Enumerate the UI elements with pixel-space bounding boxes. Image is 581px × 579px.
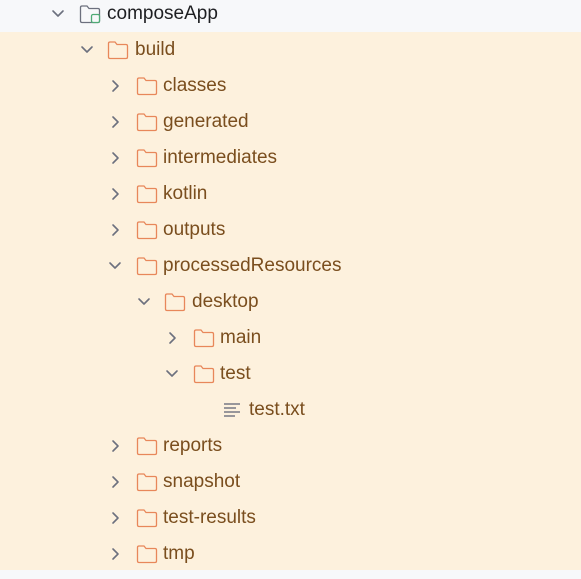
folder-icon	[164, 292, 186, 312]
tree-node-label: intermediates	[163, 147, 278, 168]
tree-node-desktop[interactable]: desktop	[0, 284, 581, 320]
tree-node-reports[interactable]: reports	[0, 428, 581, 464]
tree-node-label: tmp	[163, 543, 195, 564]
folder-icon	[136, 544, 158, 564]
tree-node-label: composeApp	[107, 3, 218, 24]
tree-node-label: desktop	[192, 291, 259, 312]
chevron-right-icon[interactable]	[107, 149, 123, 167]
folder-icon	[136, 256, 158, 276]
chevron-right-icon[interactable]	[107, 221, 123, 239]
text-file-icon	[222, 400, 244, 420]
chevron-right-icon[interactable]	[107, 509, 123, 527]
tree-node-label: kotlin	[163, 183, 208, 204]
folder-icon	[136, 184, 158, 204]
tree-node-processedresources[interactable]: processedResources	[0, 248, 581, 284]
chevron-down-icon[interactable]	[107, 257, 123, 275]
chevron-right-icon[interactable]	[107, 77, 123, 95]
folder-icon	[136, 148, 158, 168]
tree-node-label: processedResources	[163, 255, 342, 276]
chevron-right-icon[interactable]	[107, 473, 123, 491]
tree-node-label: test-results	[163, 507, 256, 528]
folder-icon	[136, 472, 158, 492]
tree-node-test[interactable]: test	[0, 356, 581, 392]
chevron-right-icon[interactable]	[107, 113, 123, 131]
chevron-right-icon[interactable]	[107, 545, 123, 563]
tree-bottom-edge	[0, 570, 581, 579]
folder-icon	[107, 40, 129, 60]
folder-icon	[136, 220, 158, 240]
module-folder-icon	[79, 4, 101, 24]
chevron-down-icon[interactable]	[79, 41, 95, 59]
tree-node-intermediates[interactable]: intermediates	[0, 140, 581, 176]
tree-node-generated[interactable]: generated	[0, 104, 581, 140]
chevron-right-icon[interactable]	[107, 185, 123, 203]
tree-node-label: snapshot	[163, 471, 241, 492]
tree-node-label: test.txt	[249, 399, 305, 420]
tree-node-main[interactable]: main	[0, 320, 581, 356]
tree-node-kotlin[interactable]: kotlin	[0, 176, 581, 212]
chevron-down-icon[interactable]	[164, 365, 180, 383]
folder-icon	[136, 508, 158, 528]
chevron-right-icon[interactable]	[164, 329, 180, 347]
tree-node-label: generated	[163, 111, 249, 132]
chevron-down-icon[interactable]	[136, 293, 152, 311]
tree-node-build[interactable]: build	[0, 32, 581, 68]
folder-icon	[136, 436, 158, 456]
chevron-down-icon[interactable]	[50, 5, 66, 23]
tree-node-snapshot[interactable]: snapshot	[0, 464, 581, 500]
tree-node-label: classes	[163, 75, 227, 96]
tree-node-label: main	[220, 327, 262, 348]
tree-node-label: reports	[163, 435, 223, 456]
chevron-right-icon[interactable]	[107, 437, 123, 455]
project-tree: composeApp build classes generated inter…	[0, 0, 581, 579]
tree-node-label: test	[220, 363, 251, 384]
tree-node-label: build	[135, 39, 176, 60]
tree-node-classes[interactable]: classes	[0, 68, 581, 104]
folder-icon	[136, 112, 158, 132]
tree-node-outputs[interactable]: outputs	[0, 212, 581, 248]
folder-icon	[136, 76, 158, 96]
folder-icon	[193, 364, 215, 384]
folder-icon	[193, 328, 215, 348]
tree-node-composeapp[interactable]: composeApp	[0, 0, 581, 32]
tree-node-label: outputs	[163, 219, 226, 240]
tree-node-test-results[interactable]: test-results	[0, 500, 581, 536]
tree-node-test-txt[interactable]: test.txt	[0, 392, 581, 428]
tree-node-tmp[interactable]: tmp	[0, 536, 581, 572]
